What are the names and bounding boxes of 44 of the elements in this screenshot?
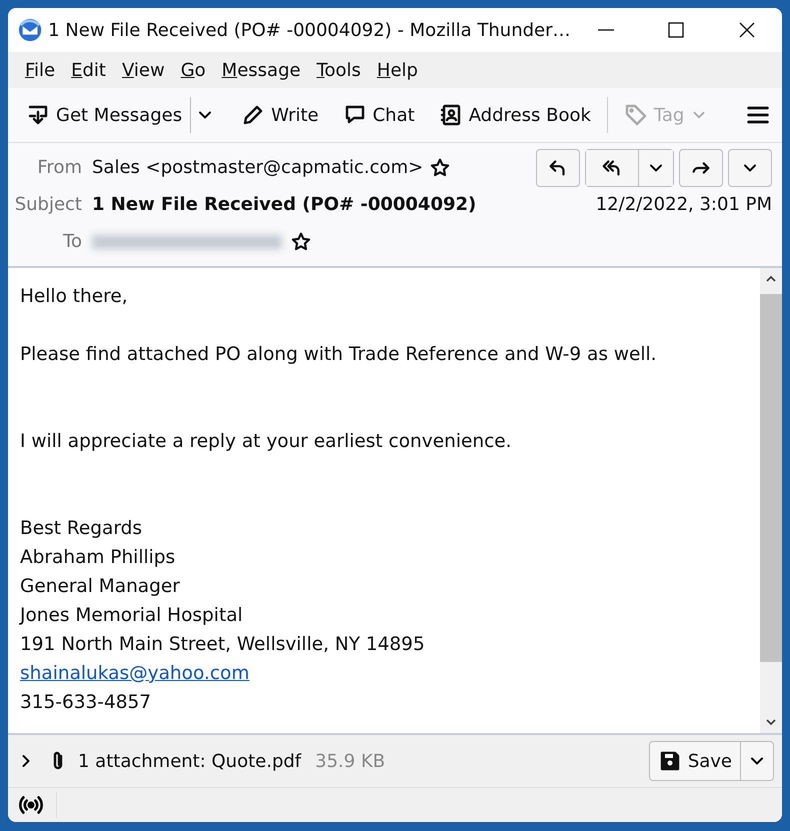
maximize-icon — [667, 21, 686, 39]
app-icon — [18, 17, 42, 43]
toolbar-button[interactable]: Get Messages — [18, 97, 192, 133]
body-text: Best Regards — [20, 517, 143, 541]
field-label: From — [36, 157, 82, 178]
menu-item[interactable]: File — [18, 58, 62, 82]
body-text: 191 North Main Street, Wellsville, NY 14895 — [20, 633, 426, 657]
address-book-icon — [438, 103, 463, 127]
body-text: Hello there, — [20, 285, 129, 309]
subject-text: 1 New File Received (PO# -00004092) — [92, 194, 476, 215]
menu-item[interactable]: Go — [174, 58, 213, 82]
toolbar-button[interactable]: Write — [233, 97, 327, 133]
body-text: 315-633-4857 — [20, 691, 152, 715]
star-icon[interactable] — [429, 156, 452, 178]
window-title: 1 New File Received (PO# -00004092) - Mozilla Thunder… — [48, 20, 571, 40]
scrollbar[interactable] — [760, 268, 782, 733]
menu-item[interactable]: View — [114, 58, 172, 82]
minimize-icon — [598, 29, 614, 31]
body-text: I will appreciate a reply at your earliest convenience. — [20, 430, 513, 454]
attachment-summary[interactable]: 1 attachment: Quote.pdf — [78, 750, 302, 772]
forward-button[interactable] — [679, 148, 723, 186]
date-text: 12/2/2022, 3:01 PM — [596, 194, 772, 215]
sender-address: Sales <postmaster@capmatic.com> — [92, 157, 424, 178]
reply-all-button[interactable] — [585, 148, 674, 186]
body-text: Jones Memorial Hospital — [20, 604, 244, 628]
field-label: Subject — [14, 194, 82, 215]
toolbar-button[interactable]: Address Book — [430, 97, 599, 133]
attachment-size: 35.9 KB — [315, 750, 386, 772]
body-text: Abraham Phillips — [20, 546, 176, 570]
field-label: To — [62, 231, 82, 252]
menu-item[interactable]: Tools — [310, 58, 368, 82]
more-button[interactable] — [728, 148, 772, 186]
download-icon — [26, 103, 50, 127]
body-text: General Manager — [20, 575, 181, 599]
toolbar-button[interactable]: Chat — [334, 97, 423, 133]
tag-icon — [624, 103, 648, 127]
body-text: Please find attached PO along with Trade Reference and W-9 as well. — [20, 343, 658, 367]
reply-button[interactable] — [536, 148, 580, 186]
menu-item[interactable]: Help — [370, 58, 425, 82]
close-icon — [738, 21, 756, 39]
menu-item[interactable]: Message — [214, 58, 308, 82]
menu-item[interactable]: Edit — [64, 58, 113, 82]
email-link[interactable]: shainalukas@yahoo.com — [20, 663, 250, 684]
star-icon[interactable] — [290, 230, 312, 252]
